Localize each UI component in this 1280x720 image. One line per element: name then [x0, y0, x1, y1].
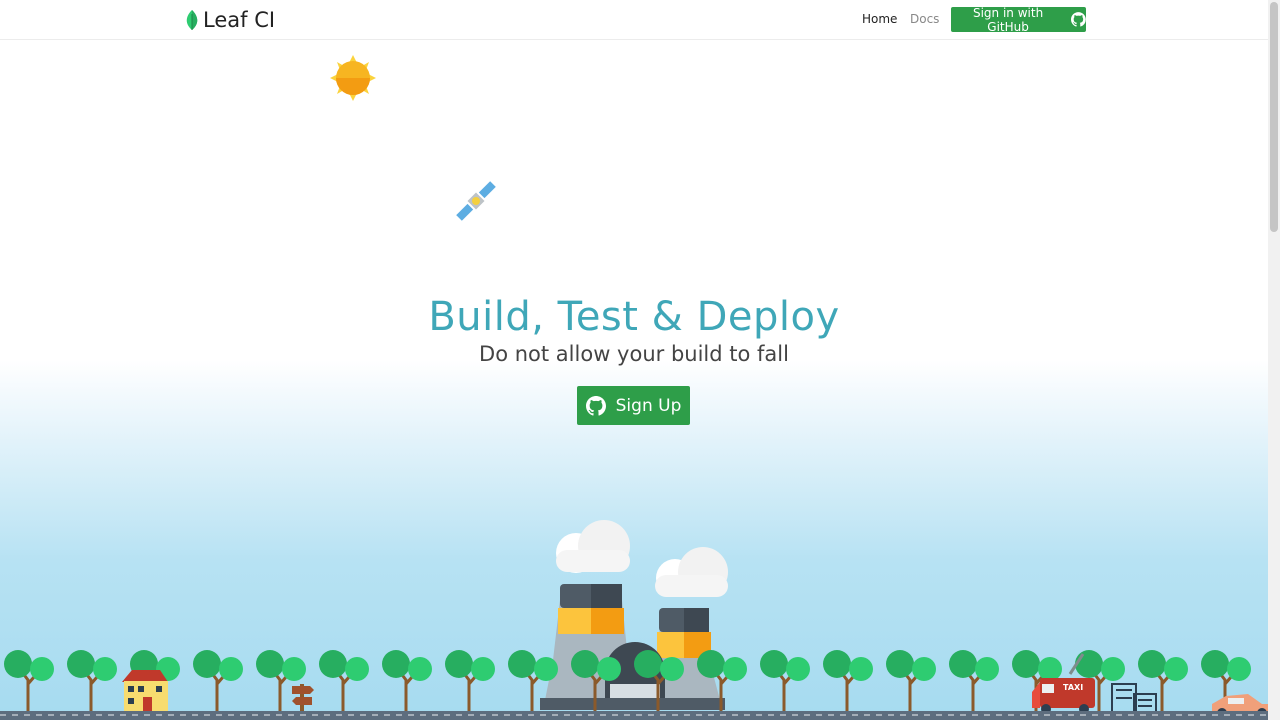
taxi-sign-label: TAXI [1063, 683, 1084, 692]
brand-name: Leaf CI [203, 8, 276, 32]
signin-label: Sign in with GitHub [972, 5, 1044, 34]
hero-title: Build, Test & Deploy [428, 294, 840, 340]
cloud-icon [556, 520, 728, 597]
github-icon [1071, 12, 1086, 27]
signup-label: Sign Up [615, 395, 682, 416]
building-icon [1111, 683, 1157, 713]
brand-link[interactable]: Leaf CI [184, 7, 275, 33]
satellite-icon [456, 181, 496, 221]
signup-button[interactable]: Sign Up [577, 386, 690, 425]
scrollbar-thumb[interactable] [1270, 2, 1278, 232]
nav-docs-link[interactable]: Docs [910, 12, 939, 26]
navbar: Leaf CI Home Docs Sign in with GitHub [0, 0, 1268, 40]
nav-home-link[interactable]: Home [862, 12, 897, 26]
house-icon [122, 670, 168, 712]
tree-row [4, 648, 1253, 714]
page-scrollbar[interactable] [1268, 0, 1280, 720]
signpost-icon [292, 684, 314, 712]
signin-github-button[interactable]: Sign in with GitHub [951, 5, 1086, 34]
hero-subtitle: Do not allow your build to fall [479, 342, 789, 366]
sun-icon [330, 55, 376, 101]
road [0, 711, 1268, 720]
factory-icon [540, 584, 725, 710]
github-icon [585, 395, 606, 416]
leaf-logo-icon [186, 10, 198, 30]
car-icon [1212, 694, 1268, 718]
